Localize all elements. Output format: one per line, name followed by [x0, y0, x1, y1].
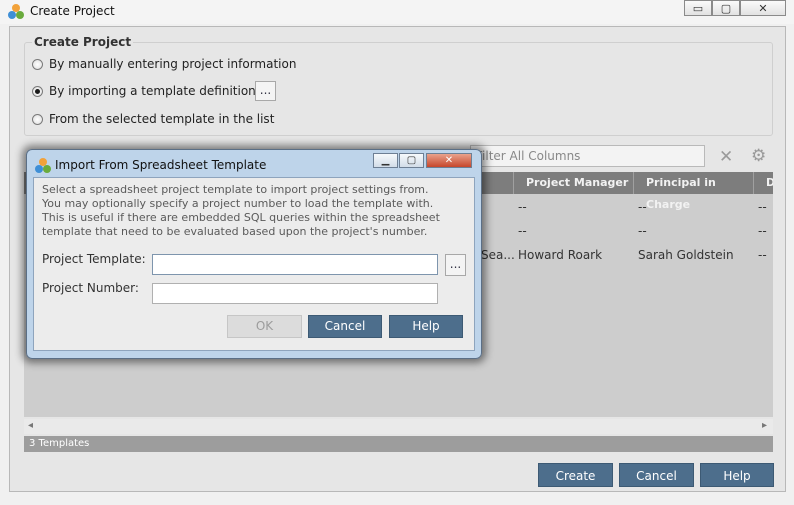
row-3-d: --	[758, 248, 767, 262]
row-1-principal: --	[638, 200, 647, 214]
modal-close-icon[interactable]: ✕	[426, 153, 472, 168]
row-3-partial: Sea...	[481, 248, 515, 262]
description-line-4: template that need to be evaluated based…	[42, 225, 428, 238]
minimize-icon[interactable]: ▭	[684, 0, 712, 16]
status-bar	[24, 436, 773, 452]
radio-import-template-label[interactable]: By importing a template definition	[49, 84, 256, 98]
modal-help-button[interactable]: Help	[389, 315, 463, 338]
scroll-right-icon[interactable]: ▸	[762, 420, 767, 431]
window-titlebar[interactable]	[0, 0, 794, 24]
window-title: Create Project	[30, 4, 115, 18]
modal-app-icon	[35, 158, 51, 174]
filter-input[interactable]: Filter All Columns	[470, 145, 705, 167]
project-number-input[interactable]	[152, 283, 438, 304]
description-line-3: This is useful if there are embedded SQL…	[42, 211, 440, 224]
close-icon[interactable]: ✕	[740, 0, 786, 16]
templates-count: 3 Templates	[29, 438, 90, 449]
app-logo-icon	[8, 4, 24, 20]
row-2-d: --	[758, 224, 767, 238]
modal-title: Import From Spreadsheet Template	[55, 158, 267, 172]
browse-spreadsheet-button[interactable]: ...	[445, 254, 466, 276]
row-3-manager: Howard Roark	[518, 248, 603, 262]
modal-cancel-button[interactable]: Cancel	[308, 315, 382, 338]
row-1-manager: --	[518, 200, 527, 214]
browse-template-button[interactable]: ...	[255, 81, 276, 101]
column-project-manager[interactable]: Project Manager	[513, 172, 633, 194]
help-button[interactable]: Help	[700, 463, 774, 487]
column-d[interactable]: D	[753, 172, 773, 194]
window-controls: ▭ ▢ ✕	[684, 0, 786, 17]
radio-selected-template-label[interactable]: From the selected template in the list	[49, 112, 274, 126]
row-2-principal: --	[638, 224, 647, 238]
radio-manual-label[interactable]: By manually entering project information	[49, 57, 296, 71]
column-principal-in-charge[interactable]: Principal in Charge	[633, 172, 753, 211]
radio-manual[interactable]	[32, 59, 43, 70]
clear-filter-icon[interactable]: ✕	[719, 147, 733, 167]
cancel-button[interactable]: Cancel	[619, 463, 694, 487]
create-button[interactable]: Create	[538, 463, 613, 487]
modal-description: Select a spreadsheet project template to…	[42, 183, 467, 239]
gear-icon[interactable]: ⚙	[751, 146, 766, 166]
horizontal-scrollbar[interactable]	[24, 419, 773, 434]
project-template-label: Project Template:	[42, 252, 146, 266]
description-line-2: You may optionally specify a project num…	[42, 197, 434, 210]
group-title: Create Project	[32, 35, 134, 49]
row-2-manager: --	[518, 224, 527, 238]
maximize-icon[interactable]: ▢	[712, 0, 740, 16]
project-number-label: Project Number:	[42, 281, 139, 295]
row-1-d: --	[758, 200, 767, 214]
modal-maximize-icon[interactable]: ▢	[399, 153, 424, 168]
modal-minimize-icon[interactable]: ▁	[373, 153, 398, 168]
radio-selected-template[interactable]	[32, 114, 43, 125]
project-template-input[interactable]	[152, 254, 438, 275]
scroll-left-icon[interactable]: ◂	[28, 420, 33, 431]
row-3-principal: Sarah Goldstein	[638, 248, 734, 262]
ok-button[interactable]: OK	[227, 315, 302, 338]
radio-import-template[interactable]	[32, 86, 43, 97]
description-line-1: Select a spreadsheet project template to…	[42, 183, 429, 196]
